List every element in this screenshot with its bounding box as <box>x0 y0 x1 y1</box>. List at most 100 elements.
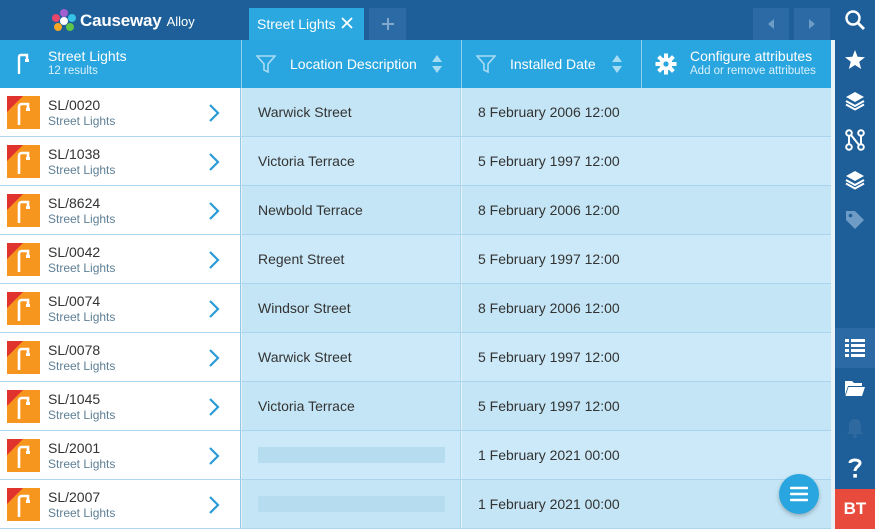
menu-fab-button[interactable] <box>779 474 819 514</box>
table-row[interactable]: SL/1045 Street Lights Victoria Terrace 5… <box>0 382 831 431</box>
location-cell[interactable]: Windsor Street <box>242 284 461 332</box>
location-cell[interactable]: Warwick Street <box>242 88 461 136</box>
filter-icon[interactable] <box>476 54 496 74</box>
column-header-location[interactable]: Location Description <box>242 40 461 88</box>
chevron-right-icon[interactable] <box>207 202 221 220</box>
layers-alt-button[interactable] <box>835 160 875 200</box>
close-icon[interactable] <box>339 15 355 31</box>
sort-icon[interactable] <box>611 54 623 74</box>
tab-street-lights[interactable]: Street Lights <box>249 8 364 40</box>
street-light-icon <box>17 102 30 125</box>
installed-date-text: 5 February 1997 12:00 <box>478 153 620 169</box>
notifications-button[interactable] <box>835 408 875 448</box>
item-cell[interactable]: SL/0020 Street Lights <box>0 88 241 136</box>
favourites-button[interactable] <box>835 40 875 80</box>
item-id: SL/2001 <box>48 440 101 456</box>
logo-text: Causeway <box>80 11 162 30</box>
installed-date-cell[interactable]: 5 February 1997 12:00 <box>462 382 641 430</box>
filter-icon[interactable] <box>256 54 276 74</box>
installed-date-cell[interactable]: 5 February 1997 12:00 <box>462 137 641 185</box>
empty-cell <box>641 431 831 479</box>
app-logo[interactable]: Causeway Alloy <box>52 9 195 33</box>
table-row[interactable]: SL/0042 Street Lights Regent Street 5 Fe… <box>0 235 831 284</box>
table-row[interactable]: SL/0020 Street Lights Warwick Street 8 F… <box>0 88 831 137</box>
item-cell[interactable]: SL/2001 Street Lights <box>0 431 241 479</box>
logo-mark-icon <box>52 9 76 33</box>
item-cell[interactable]: SL/1038 Street Lights <box>0 137 241 185</box>
location-text: Victoria Terrace <box>258 398 355 414</box>
user-avatar[interactable]: BT <box>835 489 875 529</box>
street-light-thumbnail <box>7 341 40 374</box>
installed-date-cell[interactable]: 8 February 2006 12:00 <box>462 284 641 332</box>
table-row[interactable]: SL/2007 Street Lights 1 February 2021 00… <box>0 480 831 529</box>
location-cell[interactable]: Newbold Terrace <box>242 186 461 234</box>
street-light-thumbnail <box>7 96 40 129</box>
installed-date-cell[interactable]: 8 February 2006 12:00 <box>462 186 641 234</box>
item-cell[interactable]: SL/0042 Street Lights <box>0 235 241 283</box>
help-button[interactable] <box>835 448 875 488</box>
column-header-installed-date[interactable]: Installed Date <box>462 40 641 88</box>
item-id: SL/0020 <box>48 97 101 113</box>
chevron-right-icon[interactable] <box>207 300 221 318</box>
files-button[interactable] <box>835 368 875 408</box>
empty-cell <box>641 382 831 430</box>
street-light-icon <box>17 249 30 272</box>
table-row[interactable]: SL/0078 Street Lights Warwick Street 5 F… <box>0 333 831 382</box>
installed-date-cell[interactable]: 5 February 1997 12:00 <box>462 235 641 283</box>
chevron-right-icon[interactable] <box>207 153 221 171</box>
street-light-thumbnail <box>7 194 40 227</box>
empty-cell <box>641 284 831 332</box>
table-row[interactable]: SL/2001 Street Lights 1 February 2021 00… <box>0 431 831 480</box>
item-type: Street Lights <box>48 506 116 520</box>
help-icon <box>848 458 862 478</box>
installed-date-text: 5 February 1997 12:00 <box>478 251 620 267</box>
item-type: Street Lights <box>48 212 116 226</box>
table-row[interactable]: SL/0074 Street Lights Windsor Street 8 F… <box>0 284 831 333</box>
layers-button[interactable] <box>835 80 875 120</box>
installed-date-text: 1 February 2021 00:00 <box>478 496 620 512</box>
item-cell[interactable]: SL/8624 Street Lights <box>0 186 241 234</box>
table-row[interactable]: SL/1038 Street Lights Victoria Terrace 5… <box>0 137 831 186</box>
tags-button[interactable] <box>835 200 875 240</box>
item-cell[interactable]: SL/0074 Street Lights <box>0 284 241 332</box>
configure-attributes-button[interactable]: Configure attributes Add or remove attri… <box>642 40 831 88</box>
installed-date-cell[interactable]: 8 February 2006 12:00 <box>462 88 641 136</box>
chevron-right-icon[interactable] <box>207 496 221 514</box>
location-cell[interactable] <box>242 431 461 479</box>
street-light-thumbnail <box>7 439 40 472</box>
result-count: 12 results <box>48 65 98 77</box>
item-id: SL/0078 <box>48 342 101 358</box>
item-cell[interactable]: SL/1045 Street Lights <box>0 382 241 430</box>
column-label-installed-date: Installed Date <box>510 56 596 72</box>
chevron-right-icon[interactable] <box>207 251 221 269</box>
chevron-right-icon[interactable] <box>207 349 221 367</box>
bell-icon <box>847 419 863 438</box>
installed-date-cell[interactable]: 1 February 2021 00:00 <box>462 480 641 528</box>
chevron-right-icon[interactable] <box>207 398 221 416</box>
search-button[interactable] <box>835 0 875 40</box>
scroll-tabs-right-button[interactable] <box>794 8 830 40</box>
add-tab-button[interactable] <box>369 8 406 40</box>
location-cell[interactable]: Warwick Street <box>242 333 461 381</box>
street-light-icon <box>17 347 30 370</box>
chevron-right-icon[interactable] <box>207 447 221 465</box>
column-label-location: Location Description <box>290 56 417 72</box>
empty-cell <box>641 186 831 234</box>
installed-date-cell[interactable]: 5 February 1997 12:00 <box>462 333 641 381</box>
location-cell[interactable]: Regent Street <box>242 235 461 283</box>
table-view-button[interactable] <box>835 328 875 368</box>
item-cell[interactable]: SL/0078 Street Lights <box>0 333 241 381</box>
chevron-right-icon[interactable] <box>207 104 221 122</box>
logo-subtext: Alloy <box>166 13 195 29</box>
sort-icon[interactable] <box>431 54 443 74</box>
item-cell[interactable]: SL/2007 Street Lights <box>0 480 241 528</box>
location-cell[interactable] <box>242 480 461 528</box>
street-light-icon <box>17 53 29 74</box>
layers-icon <box>845 92 865 111</box>
scroll-tabs-left-button[interactable] <box>753 8 789 40</box>
table-row[interactable]: SL/8624 Street Lights Newbold Terrace 8 … <box>0 186 831 235</box>
installed-date-cell[interactable]: 1 February 2021 00:00 <box>462 431 641 479</box>
location-cell[interactable]: Victoria Terrace <box>242 382 461 430</box>
workflows-button[interactable] <box>835 120 875 160</box>
location-cell[interactable]: Victoria Terrace <box>242 137 461 185</box>
